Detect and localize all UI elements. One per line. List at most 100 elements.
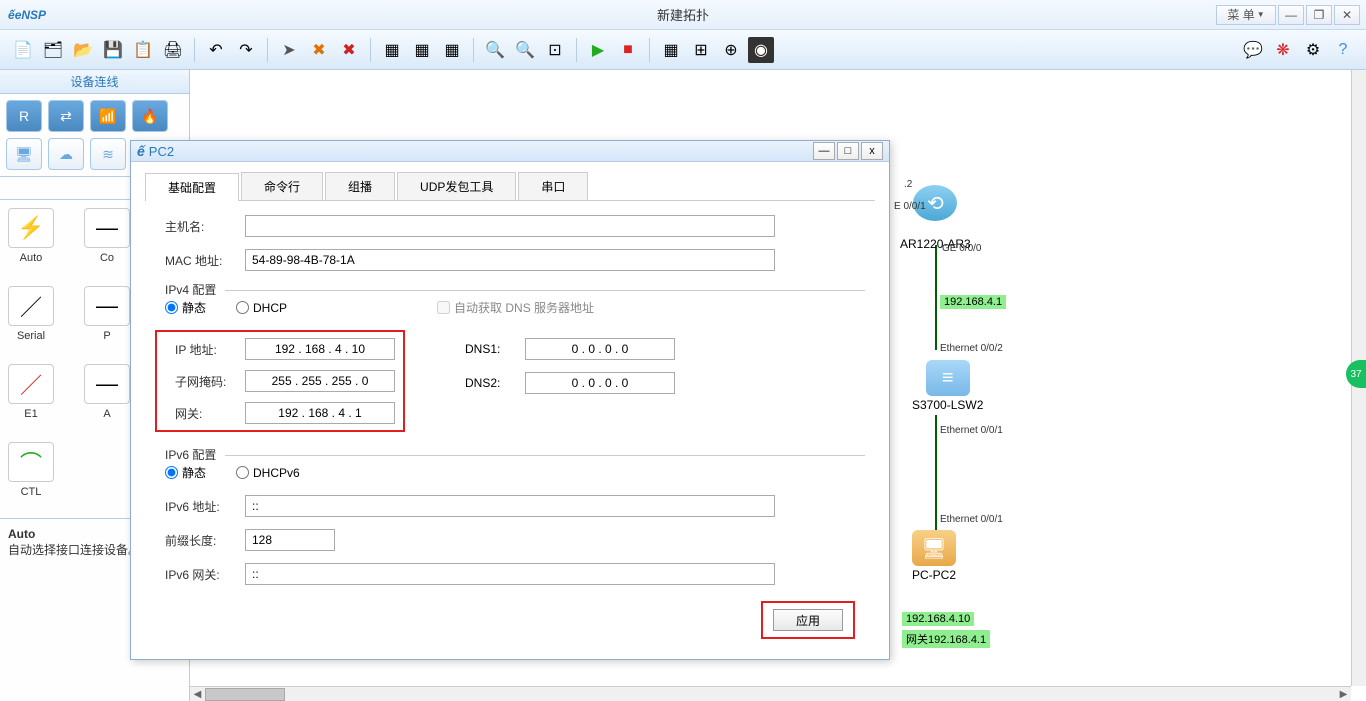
zoom-in-icon[interactable]: 🔍 (482, 37, 508, 63)
ipv6-gw-label: IPv6 网关: (155, 566, 245, 583)
tab-serial[interactable]: 串口 (518, 172, 588, 200)
text-icon[interactable]: ▦ (409, 37, 435, 63)
router-icon[interactable]: R (6, 100, 42, 132)
pc-ip-label: 192.168.4.10 (902, 612, 974, 626)
pointer-icon[interactable]: ➤ (276, 37, 302, 63)
mask-input[interactable]: 255 . 255 . 255 . 0 (245, 370, 395, 392)
pc-gw-label: 网关192.168.4.1 (902, 630, 990, 648)
maximize-button[interactable]: ❐ (1306, 5, 1332, 25)
help-icon[interactable]: ? (1330, 37, 1356, 63)
ipv6-dhcpv6-radio[interactable]: DHCPv6 (236, 466, 300, 480)
pc-node[interactable]: 🖥 PC-PC2 (912, 530, 956, 582)
chat-icon[interactable]: 💬 (1240, 37, 1266, 63)
ipv6-prefix-label: 前缀长度: (155, 532, 245, 549)
apply-button[interactable]: 应用 (773, 609, 843, 631)
dns1-input[interactable]: 0 . 0 . 0 . 0 (525, 338, 675, 360)
pc-config-dialog: ế PC2 — □ x 基础配置 命令行 组播 UDP发包工具 串口 主机名: … (130, 140, 890, 660)
ipv6-ip-label: IPv6 地址: (155, 498, 245, 515)
window-controls: 菜 单 ▼ — ❐ ✕ (1216, 5, 1360, 25)
hostname-input[interactable] (245, 215, 775, 237)
pc-icon: 🖥 (912, 530, 956, 566)
ipv6-static-radio[interactable]: 静态 (165, 464, 206, 481)
connection-icon[interactable]: ≋ (90, 138, 126, 170)
mac-label: MAC 地址: (155, 252, 245, 269)
print-icon[interactable]: 🖨 (160, 37, 186, 63)
palette-icon[interactable]: ▦ (439, 37, 465, 63)
zoom-out-icon[interactable]: 🔍 (512, 37, 538, 63)
conn-serial[interactable]: ／Serial (8, 286, 54, 342)
stop-icon[interactable]: ■ (615, 37, 641, 63)
pc-name: PC-PC2 (912, 568, 956, 582)
dialog-titlebar[interactable]: ế PC2 — □ x (131, 141, 889, 162)
capture-icon[interactable]: ▦ (658, 37, 684, 63)
titlebar: ếeNSP 新建拓扑 菜 单 ▼ — ❐ ✕ (0, 0, 1366, 30)
link-router-switch (935, 245, 937, 350)
ipv4-autodns-check[interactable]: 自动获取 DNS 服务器地址 (437, 299, 594, 316)
switch-icon: ≡ (926, 360, 970, 396)
dialog-content: 主机名: MAC 地址: IPv4 配置 静态 DHCP 自动获取 DNS 服务… (145, 201, 875, 653)
undo-icon[interactable]: ↶ (203, 37, 229, 63)
huawei-icon[interactable]: ❋ (1270, 37, 1296, 63)
mac-input[interactable] (245, 249, 775, 271)
tab-multicast[interactable]: 组播 (325, 172, 395, 200)
menu-button[interactable]: 菜 单 ▼ (1216, 5, 1276, 25)
conn-copper[interactable]: —Co (84, 208, 130, 264)
conn-auto[interactable]: ⚡Auto (8, 208, 54, 264)
new-icon[interactable]: 📄 (10, 37, 36, 63)
pc-icon[interactable]: 🖥 (6, 138, 42, 170)
horizontal-scrollbar[interactable]: ◀ ▶ (190, 686, 1351, 701)
screen-icon[interactable]: ◉ (748, 37, 774, 63)
gw-input[interactable]: 192 . 168 . 4 . 1 (245, 402, 395, 424)
cloud-icon[interactable]: ☁ (48, 138, 84, 170)
conn-atm[interactable]: —A (84, 364, 130, 420)
switch-icon[interactable]: ⇄ (48, 100, 84, 132)
refresh-icon[interactable]: ⊕ (718, 37, 744, 63)
minimize-button[interactable]: — (1278, 5, 1304, 25)
link-icon[interactable]: ⊞ (688, 37, 714, 63)
ipv4-fieldset: IPv4 配置 静态 DHCP 自动获取 DNS 服务器地址 IP 地址: 19… (155, 283, 865, 440)
conn-pos[interactable]: —P (84, 286, 130, 342)
app-logo: ếeNSP (8, 8, 46, 22)
open-icon[interactable]: 📂 (70, 37, 96, 63)
ipv6-prefix-input[interactable] (245, 529, 335, 551)
conn-ctl[interactable]: ⌒CTL (8, 442, 54, 498)
new-project-icon[interactable]: 🗂 (40, 37, 66, 63)
notification-badge[interactable]: 37 (1346, 360, 1366, 388)
switch-name: S3700-LSW2 (912, 398, 983, 412)
dialog-minimize-button[interactable]: — (813, 142, 835, 160)
ipv6-fieldset: IPv6 配置 静态 DHCPv6 IPv6 地址: 前缀长度: IPv6 网关… (155, 448, 865, 597)
ipv6-ip-input[interactable] (245, 495, 775, 517)
dialog-tabs: 基础配置 命令行 组播 UDP发包工具 串口 (145, 172, 875, 201)
switch-node[interactable]: ≡ S3700-LSW2 (912, 360, 983, 412)
dialog-close-button[interactable]: x (861, 142, 883, 160)
ipv4-dhcp-radio[interactable]: DHCP (236, 301, 287, 315)
router-node[interactable]: .2 ⟲ E 0/0/1 AR1220-AR3 GE 0/0/0 (900, 185, 971, 251)
dns1-label: DNS1: (465, 342, 525, 356)
wlan-icon[interactable]: 📶 (90, 100, 126, 132)
ipv4-static-radio[interactable]: 静态 (165, 299, 206, 316)
firewall-icon[interactable]: 🔥 (132, 100, 168, 132)
tab-cli[interactable]: 命令行 (241, 172, 323, 200)
redo-icon[interactable]: ↷ (233, 37, 259, 63)
save-as-icon[interactable]: 📋 (130, 37, 156, 63)
tab-basic[interactable]: 基础配置 (145, 173, 239, 201)
conn-e1[interactable]: ／E1 (8, 364, 54, 420)
dns2-input[interactable]: 0 . 0 . 0 . 0 (525, 372, 675, 394)
ipv6-gw-input[interactable] (245, 563, 775, 585)
start-icon[interactable]: ▶ (585, 37, 611, 63)
sidebar-header: 设备连线 (0, 70, 189, 94)
delete-icon[interactable]: ✖ (306, 37, 332, 63)
dialog-title: PC2 (149, 144, 174, 159)
zoom-fit-icon[interactable]: ⊡ (542, 37, 568, 63)
info-text: 自动选择接口连接设备。 (8, 543, 140, 557)
tab-udp[interactable]: UDP发包工具 (397, 172, 516, 200)
settings-icon[interactable]: ⚙ (1300, 37, 1326, 63)
ip-input[interactable]: 192 . 168 . 4 . 10 (245, 338, 395, 360)
close-button[interactable]: ✕ (1334, 5, 1360, 25)
dialog-maximize-button[interactable]: □ (837, 142, 859, 160)
gw-label: 网关: (165, 405, 245, 422)
hostname-label: 主机名: (155, 218, 245, 235)
save-icon[interactable]: 💾 (100, 37, 126, 63)
delete-all-icon[interactable]: ✖ (336, 37, 362, 63)
marker-icon[interactable]: ▦ (379, 37, 405, 63)
